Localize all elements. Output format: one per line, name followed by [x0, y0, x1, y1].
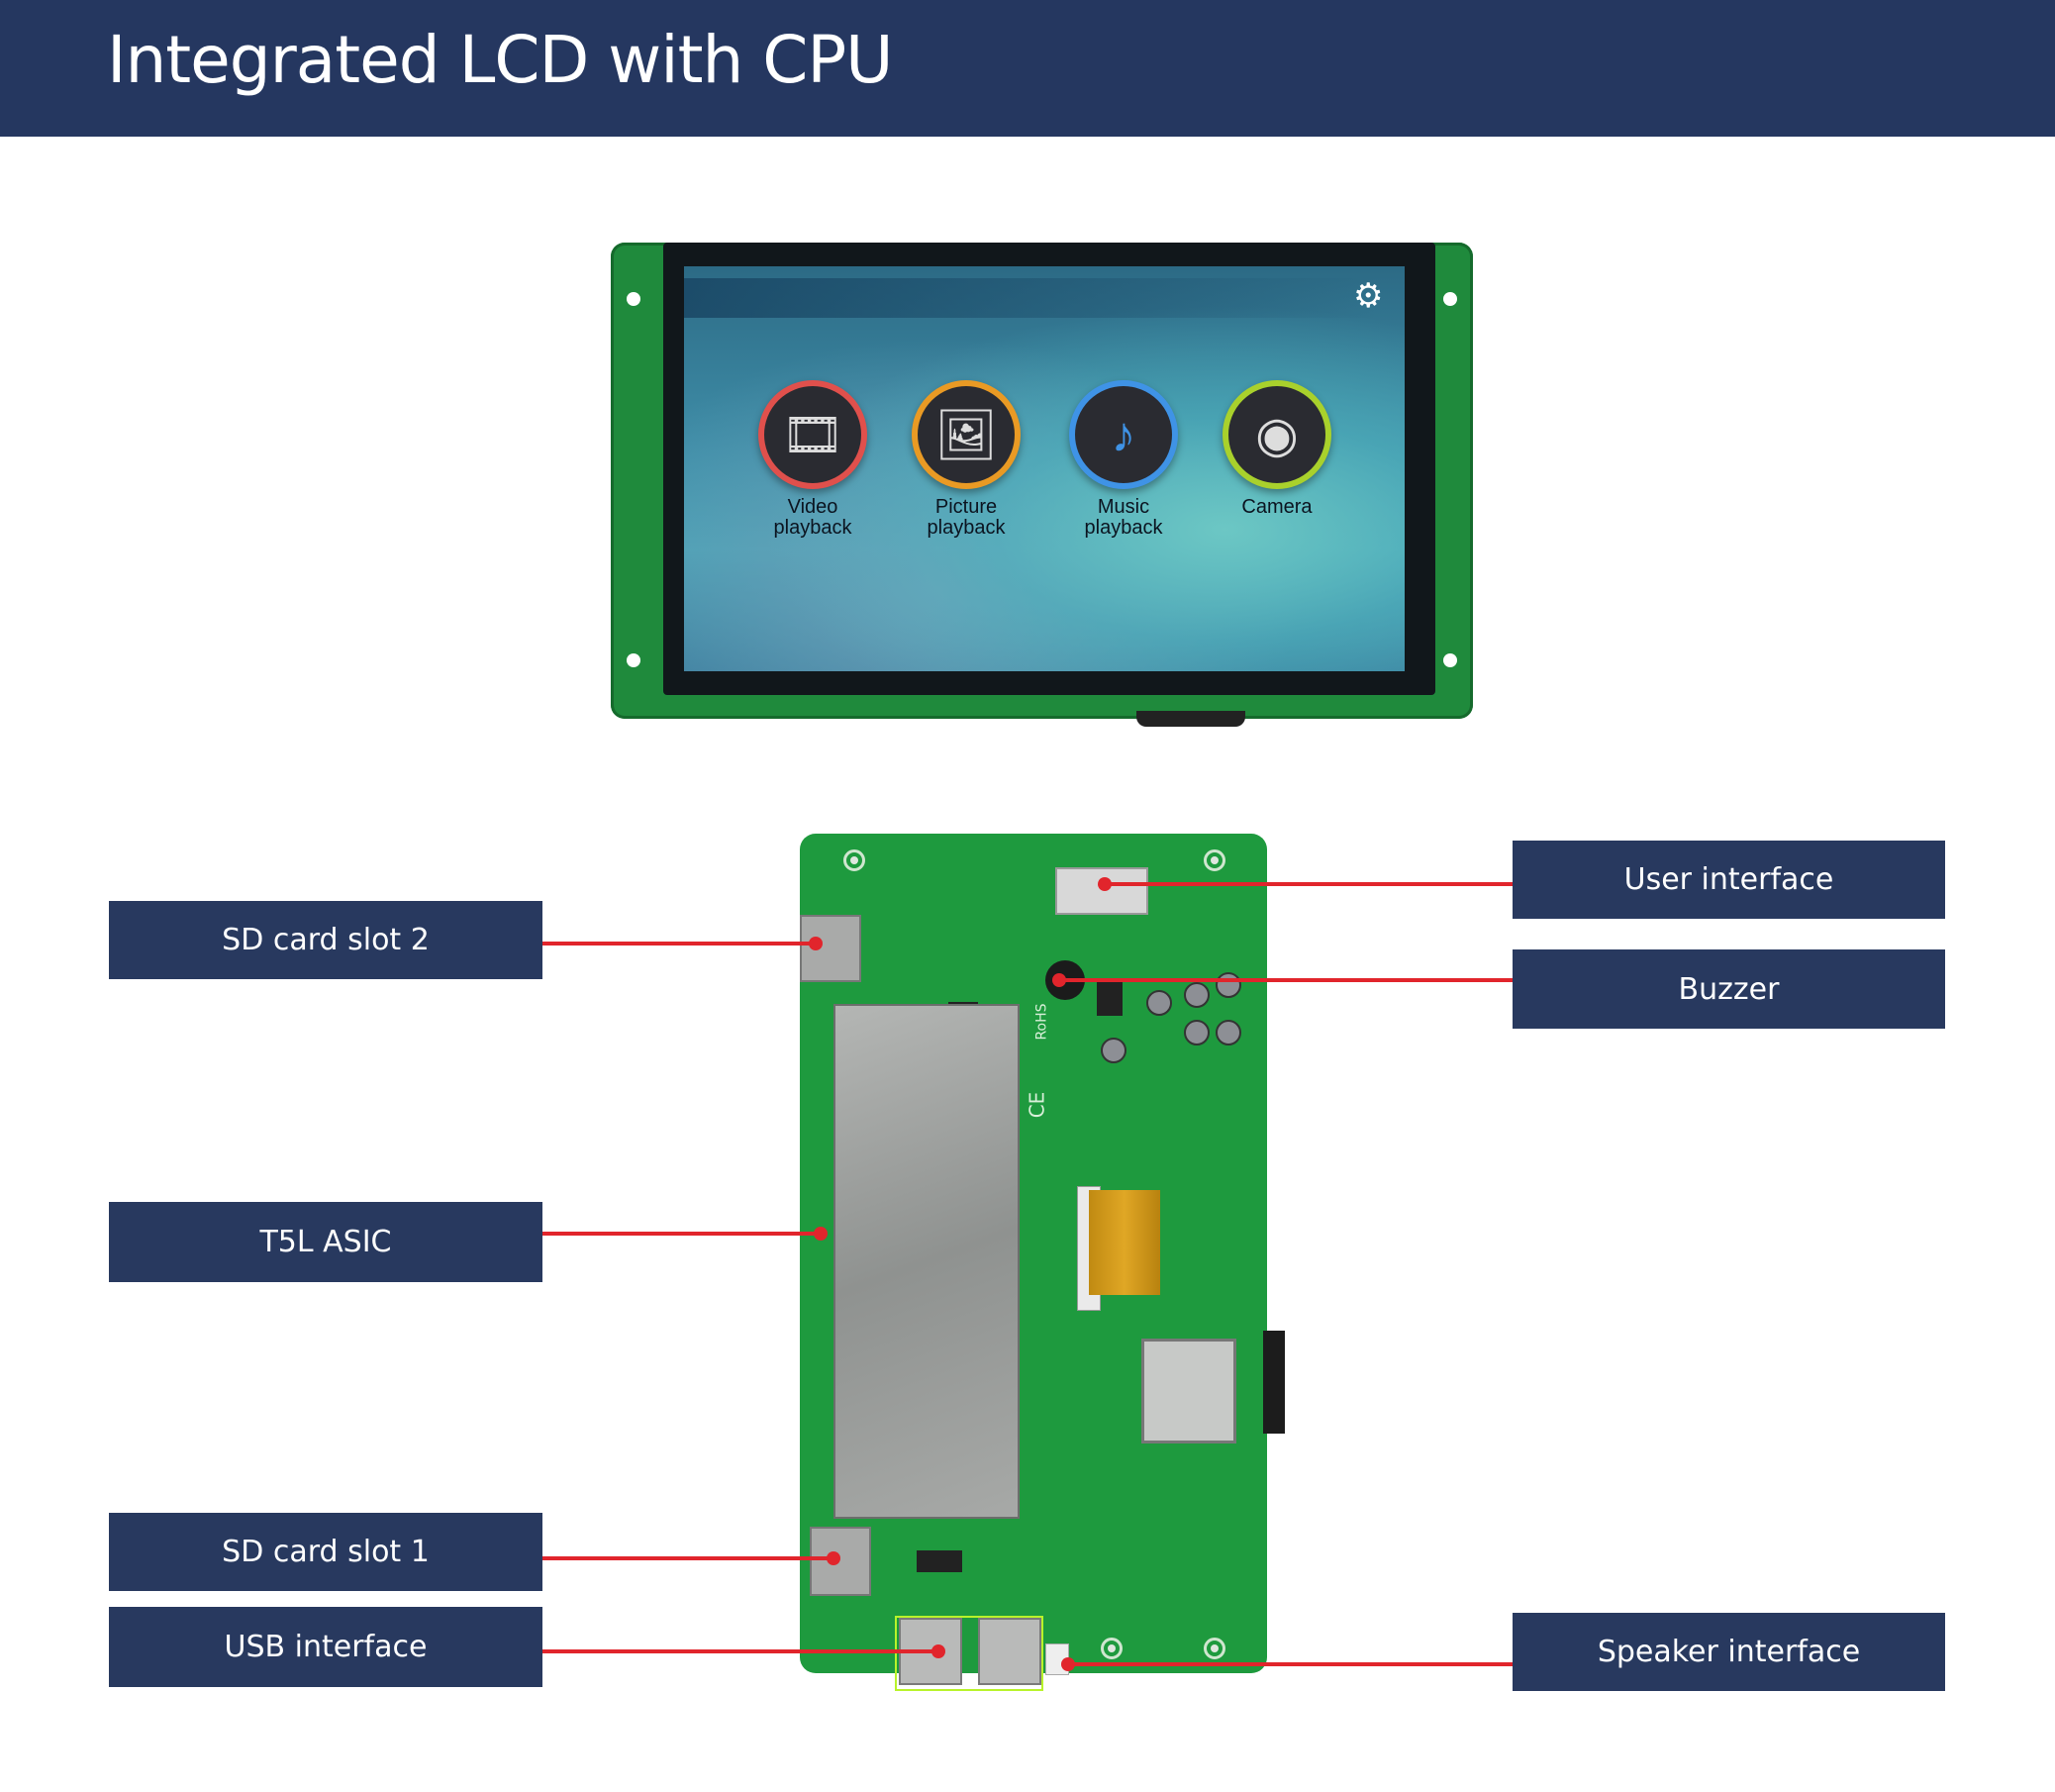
film-reel-icon: 🎞: [758, 380, 867, 489]
pcb-mount-hole: [843, 849, 865, 871]
callout-line-user-interface: [1105, 882, 1513, 886]
callout-label: T5L ASIC: [259, 1225, 392, 1259]
callout-dot: [809, 937, 823, 950]
page-title: Integrated LCD with CPU: [107, 22, 893, 98]
callout-user-interface: User interface: [1513, 841, 1945, 919]
callout-line-usb: [542, 1649, 938, 1653]
callout-line-speaker: [1068, 1662, 1514, 1666]
ce-mark: CE: [1025, 1091, 1049, 1119]
app-picture-playback[interactable]: 🖼 Picture playback: [887, 380, 1045, 539]
app-label: Camera: [1198, 497, 1356, 518]
callout-line-sd1: [542, 1556, 833, 1560]
lcd-flex-connector: [1136, 711, 1245, 727]
callout-t5l-asic: T5L ASIC: [109, 1202, 542, 1282]
app-camera[interactable]: ◉ Camera: [1198, 380, 1356, 518]
picture-icon: 🖼: [912, 380, 1021, 489]
capacitor: [1216, 1020, 1241, 1045]
capacitor: [1146, 990, 1172, 1016]
callout-sd-card-slot-1: SD card slot 1: [109, 1513, 542, 1591]
user-interface-connector: [1055, 867, 1148, 915]
mount-hole: [1443, 292, 1457, 306]
pcb-mount-hole: [1101, 1638, 1123, 1659]
callout-dot: [931, 1644, 945, 1658]
app-label-line: playback: [1084, 517, 1163, 539]
usb-highlight-frame: [895, 1616, 1043, 1691]
callout-label: Buzzer: [1678, 971, 1780, 1007]
gear-icon[interactable]: ⚙: [1353, 279, 1383, 313]
callout-dot: [814, 1227, 828, 1241]
pcb-back-view: RoHS CE: [800, 834, 1285, 1691]
app-label: Music playback: [1044, 497, 1203, 539]
inductor: [1097, 982, 1123, 1016]
side-connector: [1263, 1331, 1285, 1434]
callout-usb-interface: USB interface: [109, 1607, 542, 1687]
app-label: Picture playback: [887, 497, 1045, 539]
callout-label: USB interface: [224, 1630, 428, 1664]
app-label-line: playback: [927, 517, 1006, 539]
page-header: Integrated LCD with CPU: [0, 0, 2055, 137]
capacitor: [1184, 982, 1210, 1008]
mount-hole: [627, 292, 640, 306]
ic-chip: [917, 1550, 962, 1572]
capacitor: [1101, 1038, 1126, 1063]
sd-card-slot-1: [810, 1527, 871, 1596]
callout-line-t5l: [542, 1232, 821, 1236]
capacitor: [1184, 1020, 1210, 1045]
callout-dot: [827, 1551, 840, 1565]
pcb-mount-hole: [1204, 849, 1225, 871]
callout-dot: [1098, 877, 1112, 891]
capacitor: [1216, 972, 1241, 998]
app-label-line: Video: [787, 496, 838, 518]
callout-label: SD card slot 2: [222, 923, 430, 957]
flex-cable: [1089, 1190, 1160, 1295]
callout-buzzer: Buzzer: [1513, 949, 1945, 1029]
callout-speaker-interface: Speaker interface: [1513, 1613, 1945, 1691]
pcb-mount-hole: [1204, 1638, 1225, 1659]
callout-sd-card-slot-2: SD card slot 2: [109, 901, 542, 979]
lcd-screen: ⚙ 🎞 Video playback 🖼 Picture playback ♪ …: [684, 266, 1405, 671]
mount-hole: [1443, 653, 1457, 667]
app-video-playback[interactable]: 🎞 Video playback: [734, 380, 892, 539]
app-label-line: Picture: [934, 496, 998, 518]
callout-label: User interface: [1623, 862, 1834, 897]
mount-hole: [627, 653, 640, 667]
sd-card-slot-2: [800, 915, 861, 982]
t5l-asic-shield: [833, 1004, 1020, 1519]
callout-label: SD card slot 1: [222, 1535, 430, 1569]
music-note-icon: ♪: [1069, 380, 1178, 489]
app-label-line: Music: [1097, 496, 1150, 518]
camera-icon: ◉: [1223, 380, 1331, 489]
callout-dot: [1061, 1657, 1075, 1671]
callout-label: Speaker interface: [1597, 1635, 1861, 1669]
screen-top-bar: [684, 278, 1377, 318]
rohs-mark: RoHS: [1033, 1003, 1050, 1041]
callout-line-sd2: [542, 942, 816, 946]
app-label-line: playback: [773, 517, 852, 539]
app-label: Video playback: [734, 497, 892, 539]
app-music-playback[interactable]: ♪ Music playback: [1044, 380, 1203, 539]
app-label-line: Camera: [1241, 496, 1313, 518]
callout-dot: [1052, 973, 1066, 987]
lcd-connector: [1141, 1339, 1236, 1444]
callout-line-buzzer: [1059, 978, 1513, 982]
